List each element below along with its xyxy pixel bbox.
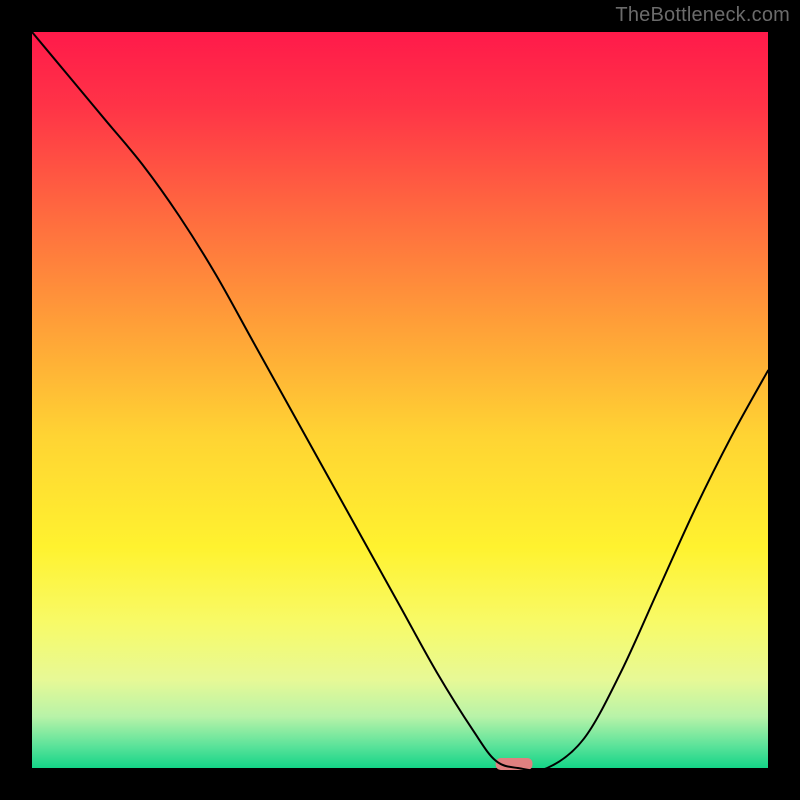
- bottleneck-chart: TheBottleneck.com: [0, 0, 800, 800]
- plot-background: [32, 32, 768, 768]
- watermark-text: TheBottleneck.com: [615, 4, 790, 27]
- chart-svg: [0, 0, 800, 800]
